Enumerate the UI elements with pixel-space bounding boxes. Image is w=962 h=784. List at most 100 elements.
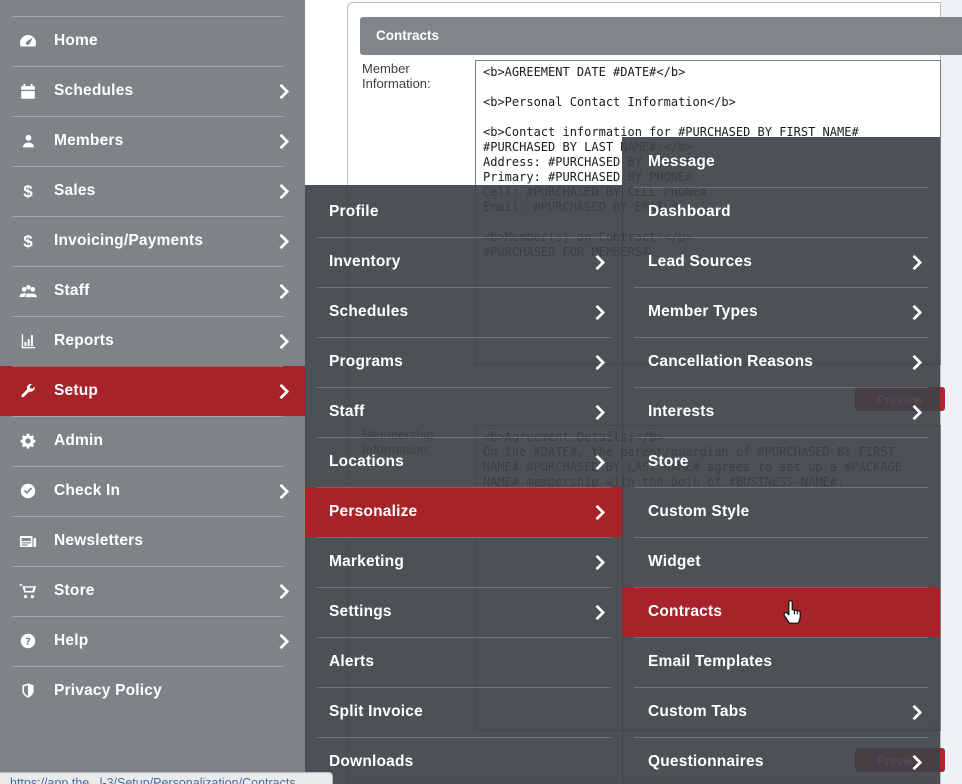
personalize-menu-item-dashboard[interactable]: Dashboard — [622, 187, 940, 237]
setup-submenu: Profile Inventory SchedulesPrograms Staff Lo… — [305, 185, 623, 784]
setup-menu-item-settings[interactable]: Settings — [305, 587, 623, 637]
setup-menu-item-schedules[interactable]: Schedules — [305, 287, 623, 337]
menu-item-label: Store — [648, 453, 920, 471]
setup-menu-item-inventory[interactable]: Inventory — [305, 237, 623, 287]
menu-item-label: Help — [54, 632, 276, 650]
panel-title: Contracts — [360, 17, 962, 55]
sidebar-item-admin[interactable]: Admin — [0, 416, 305, 466]
menu-item-label: Members — [54, 132, 276, 150]
menu-item-label: Settings — [329, 603, 592, 621]
personalize-menu-item-cancellation-reasons[interactable]: Cancellation Reasons — [622, 337, 940, 387]
sidebar-item-home[interactable]: Home — [0, 16, 305, 66]
dollar-icon: $ — [16, 181, 40, 201]
menu-item-label: Home — [54, 32, 287, 50]
sidebar-item-members[interactable]: Members — [0, 116, 305, 166]
menu-item-label: Alerts — [329, 653, 603, 671]
chevron-right-icon — [274, 383, 290, 399]
sidebar-item-invoicing-payments[interactable]: $Invoicing/Payments — [0, 216, 305, 266]
menu-item-label: Sales — [54, 182, 276, 200]
chevron-right-icon — [274, 83, 290, 99]
menu-item-label: Dashboard — [648, 203, 920, 221]
setup-menu-item-staff[interactable]: Staff — [305, 387, 623, 437]
menu-item-label: Inventory — [329, 253, 592, 271]
menu-item-label: Message — [648, 153, 920, 171]
chevron-right-icon — [274, 633, 290, 649]
chevron-right-icon — [274, 283, 290, 299]
menu-item-label: Check In — [54, 482, 276, 500]
chevron-right-icon — [274, 483, 290, 499]
sidebar-item-check-in[interactable]: Check In — [0, 466, 305, 516]
chevron-right-icon — [590, 404, 606, 420]
menu-item-label: Interests — [648, 403, 909, 421]
menu-item-label: Store — [54, 582, 276, 600]
menu-item-label: Reports — [54, 332, 276, 350]
menu-item-label: Setup — [54, 382, 276, 400]
sidebar-item-privacy-policy[interactable]: Privacy Policy — [0, 666, 305, 716]
menu-item-label: Email Templates — [648, 653, 920, 671]
sidebar-item-reports[interactable]: Reports — [0, 316, 305, 366]
chevron-right-icon — [274, 233, 290, 249]
menu-item-label: Staff — [329, 403, 592, 421]
sidebar-item-schedules[interactable]: Schedules — [0, 66, 305, 116]
menu-item-label: Cancellation Reasons — [648, 353, 909, 371]
chevron-right-icon — [907, 254, 923, 270]
menu-item-label: Lead Sources — [648, 253, 909, 271]
gear-icon — [16, 431, 40, 451]
member-information-label: Member Information: — [362, 61, 467, 92]
setup-menu-item-split-invoice[interactable]: Split Invoice — [305, 687, 623, 737]
newspaper-icon — [16, 531, 40, 551]
personalize-menu-item-store[interactable]: Store — [622, 437, 940, 487]
shopping-cart-icon — [16, 581, 40, 601]
chevron-right-icon — [274, 333, 290, 349]
menu-item-label: Profile — [329, 203, 603, 221]
menu-item-label: Downloads — [329, 753, 603, 771]
sidebar-item-newsletters[interactable]: Newsletters — [0, 516, 305, 566]
personalize-submenu: Message Dashboard Lead Sources Member Types… — [622, 137, 940, 784]
menu-item-label: Locations — [329, 453, 592, 471]
personalize-menu-item-custom-style[interactable]: Custom Style — [622, 487, 940, 537]
sidebar-nav: Home Schedules Members $ Sales $Invoicing/Pay… — [0, 0, 305, 784]
shield-icon — [16, 681, 40, 701]
check-circle-icon — [16, 481, 40, 501]
setup-menu-item-alerts[interactable]: Alerts — [305, 637, 623, 687]
menu-item-label: Newsletters — [54, 532, 287, 550]
setup-menu-item-downloads[interactable]: Downloads — [305, 737, 623, 784]
setup-menu-item-marketing[interactable]: Marketing — [305, 537, 623, 587]
menu-item-label: Member Types — [648, 303, 909, 321]
chevron-right-icon — [907, 354, 923, 370]
personalize-menu-item-widget[interactable]: Widget — [622, 537, 940, 587]
chevron-right-icon — [590, 554, 606, 570]
chevron-right-icon — [590, 354, 606, 370]
chevron-right-icon — [590, 504, 606, 520]
setup-menu-item-programs[interactable]: Programs — [305, 337, 623, 387]
calendar-icon — [16, 81, 40, 101]
menu-item-label: Contracts — [648, 603, 920, 621]
chevron-right-icon — [590, 454, 606, 470]
setup-menu-item-profile[interactable]: Profile — [305, 187, 623, 237]
personalize-menu-item-email-templates[interactable]: Email Templates — [622, 637, 940, 687]
personalize-menu-item-contracts[interactable]: Contracts — [622, 587, 940, 637]
sidebar-item-staff[interactable]: Staff — [0, 266, 305, 316]
users-icon — [16, 281, 40, 301]
personalize-menu-item-questionnaires[interactable]: Questionnaires — [622, 737, 940, 784]
sidebar-item-sales[interactable]: $ Sales — [0, 166, 305, 216]
personalize-menu-item-custom-tabs[interactable]: Custom Tabs — [622, 687, 940, 737]
user-icon — [16, 131, 40, 151]
sidebar-item-store[interactable]: Store — [0, 566, 305, 616]
sidebar-item-setup[interactable]: Setup — [0, 366, 305, 416]
personalize-menu-item-message[interactable]: Message — [622, 137, 940, 187]
chevron-right-icon — [907, 704, 923, 720]
setup-menu-item-personalize[interactable]: Personalize — [305, 487, 623, 537]
setup-menu-item-locations[interactable]: Locations — [305, 437, 623, 487]
sidebar-item-help[interactable]: ? Help — [0, 616, 305, 666]
personalize-menu-item-member-types[interactable]: Member Types — [622, 287, 940, 337]
bar-chart-icon — [16, 331, 40, 351]
wrench-icon — [16, 381, 40, 401]
question-circle-icon: ? — [16, 631, 40, 651]
menu-item-label: Admin — [54, 432, 287, 450]
chevron-right-icon — [590, 304, 606, 320]
chevron-right-icon — [274, 183, 290, 199]
dashboard-icon — [16, 31, 40, 51]
personalize-menu-item-lead-sources[interactable]: Lead Sources — [622, 237, 940, 287]
personalize-menu-item-interests[interactable]: Interests — [622, 387, 940, 437]
